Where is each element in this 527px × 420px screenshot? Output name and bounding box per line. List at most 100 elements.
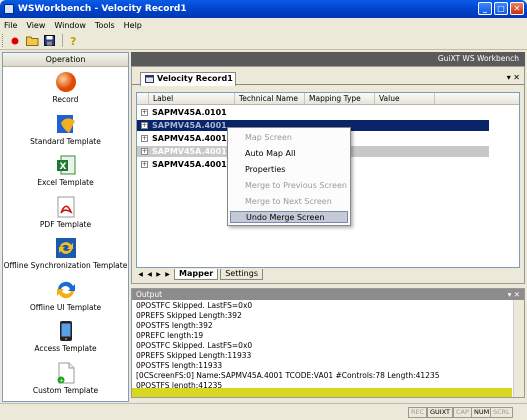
tab-label: Velocity Record1 (157, 74, 233, 83)
menu-item-merge-previous[interactable]: Merge to Previous Screen (230, 180, 348, 192)
row-label: SAPMV45A.4001 (152, 160, 227, 169)
open-folder-icon[interactable] (25, 34, 39, 48)
log-line: [0CScreenFS:0] Name:SAPMV45A.4001 TCODE:… (136, 371, 440, 380)
operation-label: Access Template (34, 344, 97, 353)
status-indicator-rec: REC (408, 407, 428, 418)
menu-tools[interactable]: Tools (95, 21, 115, 30)
title-bar: WSWorkbench - Velocity Record1 _ □ ✕ (0, 0, 527, 18)
log-line: 0PREFC length:19 (136, 331, 204, 340)
column-header-mapping-type[interactable]: Mapping Type (305, 93, 375, 104)
offline-ui-icon (56, 281, 75, 298)
app-icon (4, 4, 14, 14)
column-header-value[interactable]: Value (375, 93, 435, 104)
menu-item-map-screen[interactable]: Map Screen (230, 132, 348, 144)
menu-item-auto-map-all[interactable]: Auto Map All (230, 148, 348, 160)
expand-icon[interactable]: + (141, 135, 148, 142)
tab-velocity-record1[interactable]: Velocity Record1 (140, 72, 236, 86)
operation-label: Offline UI Template (29, 302, 102, 312)
grid-header: Label Technical Name Mapping Type Value (137, 93, 519, 105)
status-indicator-scrl: SCRL (490, 407, 513, 418)
expand-icon[interactable]: + (141, 122, 148, 129)
output-controls[interactable]: ▾ ✕ (508, 289, 520, 300)
document-icon (145, 75, 154, 83)
operation-offline-sync-template[interactable]: Offline Synchronization Template (3, 233, 128, 275)
mobile-device-icon (59, 321, 72, 341)
operation-label: Offline Synchronization Template (3, 261, 128, 270)
toolbar-grip[interactable] (2, 34, 5, 47)
subtab-strip: ◀ ◀ ▶ ▶ Mapper Settings (136, 268, 520, 280)
record-orb-icon (55, 72, 76, 92)
operation-panel-header: Operation (3, 53, 128, 67)
operation-custom-template[interactable]: + Custom Template (3, 358, 128, 400)
table-row[interactable]: + SAPMV45A.0101 (137, 107, 489, 118)
operation-excel-template[interactable]: X Excel Template (3, 150, 128, 192)
operation-pdf-template[interactable]: PDF Template (3, 192, 128, 234)
row-label: SAPMV45A.4001 (152, 121, 227, 130)
save-disk-icon[interactable] (42, 34, 56, 48)
svg-text:+: + (59, 377, 64, 384)
output-panel: Output ▾ ✕ 0POSTFC Skipped. LastFS=0x0 0… (131, 288, 525, 398)
tab-settings[interactable]: Settings (220, 268, 263, 280)
grid-header-expander (137, 93, 149, 104)
workbench-strip: GuiXT WS Workbench (131, 52, 525, 66)
expand-icon[interactable]: + (141, 148, 148, 155)
column-header-technical-name[interactable]: Technical Name (235, 93, 305, 104)
row-label: SAPMV45A.4001 (152, 147, 227, 156)
maximize-button[interactable]: □ (494, 2, 508, 15)
operation-label: Standard Template (30, 136, 101, 146)
tab-controls[interactable]: ▾ ✕ (507, 73, 520, 82)
menu-item-merge-next[interactable]: Merge to Next Screen (230, 196, 348, 208)
pdf-icon (57, 196, 74, 217)
log-line: 0POSTFS length:392 (136, 321, 213, 330)
last-tab-arrow-icon[interactable]: ▶ (163, 271, 172, 278)
operation-standard-template[interactable]: Standard Template (3, 109, 128, 151)
tab-mapper[interactable]: Mapper (174, 268, 219, 280)
log-line: 0POSTFS length:11933 (136, 361, 223, 370)
menu-view[interactable]: View (26, 21, 45, 30)
operation-access-template[interactable]: Access Template (3, 316, 128, 358)
operation-record[interactable]: Record (3, 67, 128, 109)
window-title: WSWorkbench - Velocity Record1 (18, 4, 187, 14)
context-menu: Map Screen Auto Map All Properties Merge… (227, 127, 351, 226)
menu-item-undo-merge[interactable]: Undo Merge Screen (230, 211, 348, 223)
document-tabstrip: Velocity Record1 ▾ ✕ (132, 67, 524, 86)
log-line: 0POSTFC Skipped. LastFS=0x0 (136, 341, 253, 350)
help-icon[interactable]: ? (66, 34, 80, 48)
operation-label: Excel Template (37, 178, 94, 187)
output-header: Output ▾ ✕ (132, 289, 524, 300)
custom-template-icon: + (57, 362, 74, 384)
output-highlight-bar (132, 388, 512, 397)
log-line: 0PREFS Skipped Length:11933 (136, 351, 252, 360)
menu-file[interactable]: File (4, 21, 17, 30)
menu-help[interactable]: Help (124, 21, 142, 30)
close-button[interactable]: ✕ (510, 2, 524, 15)
output-scrollbar[interactable] (513, 300, 524, 397)
operation-offline-ui-template[interactable]: Offline UI Template (3, 275, 128, 317)
operation-label: PDF Template (39, 219, 92, 229)
next-tab-arrow-icon[interactable]: ▶ (154, 271, 163, 278)
operation-label: Record (52, 95, 79, 104)
menu-window[interactable]: Window (54, 21, 86, 30)
status-bar: REC GUIXT CAP NUM SCRL (0, 403, 527, 420)
expand-icon[interactable]: + (141, 161, 148, 168)
operation-label: Custom Template (32, 385, 99, 395)
status-indicator-guixt: GUIXT (427, 407, 454, 418)
output-title: Output (136, 290, 163, 299)
svg-text:?: ? (70, 35, 76, 47)
expand-icon[interactable]: + (141, 109, 148, 116)
column-header-label[interactable]: Label (149, 93, 235, 104)
status-indicator-cap: CAP (453, 407, 472, 418)
prev-tab-arrow-icon[interactable]: ◀ (145, 271, 154, 278)
row-label: SAPMV45A.4001 (152, 134, 227, 143)
operation-panel: Operation Record Standard Template X Exc… (2, 52, 129, 402)
standard-template-icon (56, 114, 75, 133)
record-dot-icon[interactable] (8, 34, 22, 48)
log-line: 0PREFS Skipped Length:392 (136, 311, 242, 320)
svg-text:X: X (59, 162, 66, 172)
row-label: SAPMV45A.0101 (152, 108, 227, 117)
menu-item-properties[interactable]: Properties (230, 164, 348, 176)
minimize-button[interactable]: _ (478, 2, 492, 15)
toolbar-separator (62, 34, 63, 47)
first-tab-arrow-icon[interactable]: ◀ (136, 271, 145, 278)
output-log: 0POSTFC Skipped. LastFS=0x0 0PREFS Skipp… (132, 300, 524, 391)
